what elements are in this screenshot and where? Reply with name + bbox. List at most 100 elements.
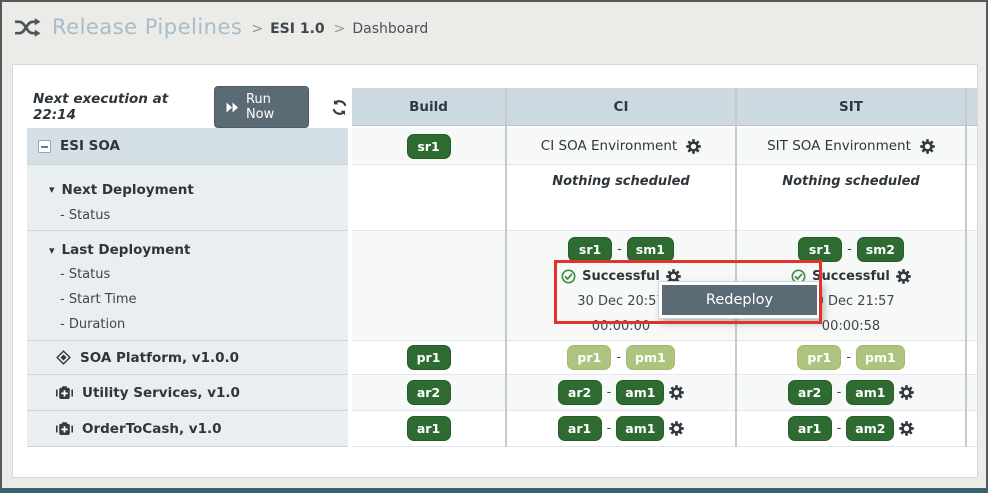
badge-separator: - [837, 421, 842, 436]
badge-separator: - [846, 350, 851, 365]
app-title: Release Pipelines [52, 15, 242, 39]
gear-icon[interactable] [686, 139, 701, 154]
cell-build-utility-services: ar2 [352, 375, 505, 411]
pipeline-row-labels: ESI SOA ▾ Next Deployment - Status ▾ Las… [27, 88, 348, 447]
group-label: ESI SOA [60, 138, 120, 154]
cell-build-order-to-cash: ar1 [352, 411, 505, 447]
deployment-status: Successful [812, 269, 890, 284]
context-menu: Redeploy [658, 281, 821, 319]
deployment-start-time: 30 Dec 20:57 [577, 289, 664, 314]
column-ci: CI CI SOA Environment Nothing scheduled … [507, 88, 735, 447]
release-badge[interactable]: ar1 [788, 416, 832, 441]
last-deployment-label[interactable]: Last Deployment [62, 242, 191, 258]
row-utility-services[interactable]: Utility Services, v1.0 [27, 375, 348, 411]
cell-sit-next-deployment: Nothing scheduled [737, 165, 965, 231]
cell-build-next-deployment [352, 165, 505, 231]
badge-separator: - [847, 242, 852, 257]
column-header-ci[interactable]: CI [507, 88, 735, 126]
collapse-icon[interactable] [38, 140, 51, 153]
next-deployment-label[interactable]: Next Deployment [62, 182, 194, 198]
component-label: OrderToCash, v1.0 [82, 421, 222, 437]
gear-icon[interactable] [920, 139, 935, 154]
gear-icon[interactable] [669, 385, 684, 400]
release-badge[interactable]: sr1 [798, 237, 842, 262]
gear-icon[interactable] [669, 421, 684, 436]
version-badge[interactable]: sr1 [407, 134, 451, 159]
badge-separator: - [617, 242, 622, 257]
gear-icon[interactable] [896, 269, 911, 284]
cell-build-esi-soa: sr1 [352, 128, 505, 165]
row-soa-platform[interactable]: SOA Platform, v1.0.0 [27, 341, 348, 375]
model-badge[interactable]: pm1 [626, 345, 675, 370]
model-badge[interactable]: sm2 [857, 237, 904, 262]
model-badge[interactable]: am2 [846, 416, 894, 441]
release-badge[interactable]: pr1 [567, 345, 611, 370]
caret-down-icon[interactable]: ▾ [49, 184, 55, 195]
version-badge[interactable]: pr1 [407, 345, 451, 370]
nothing-scheduled-text: Nothing scheduled [782, 174, 919, 189]
caret-down-icon[interactable]: ▾ [49, 245, 55, 256]
cell-ci-utility-services: ar2 - am1 [507, 375, 735, 411]
breadcrumb-project[interactable]: ESI 1.0 [270, 21, 325, 37]
badge-separator: - [837, 385, 842, 400]
row-next-deployment: ▾ Next Deployment - Status [27, 165, 348, 231]
component-label: SOA Platform, v1.0.0 [80, 350, 239, 366]
release-badge[interactable]: sr1 [568, 237, 612, 262]
last-deployment-status-label: - Status [27, 262, 348, 287]
breadcrumb-separator: > [334, 21, 346, 37]
model-badge[interactable]: sm1 [627, 237, 674, 262]
cell-sit-utility-services: ar2 - am1 [737, 375, 965, 411]
cell-sit-order-to-cash: ar1 - am2 [737, 411, 965, 447]
version-badge[interactable]: ar2 [407, 380, 451, 405]
group-row-esi-soa[interactable]: ESI SOA [27, 128, 348, 165]
model-badge[interactable]: am1 [616, 416, 664, 441]
gear-icon[interactable] [899, 421, 914, 436]
column-header-build[interactable]: Build [352, 88, 505, 126]
cell-ci-soa-platform: pr1 - pm1 [507, 341, 735, 375]
model-badge[interactable]: am1 [846, 380, 894, 405]
context-menu-item-redeploy[interactable]: Redeploy [662, 285, 817, 315]
cell-sit-soa-platform: pr1 - pm1 [737, 341, 965, 375]
last-deployment-duration-label: - Duration [27, 312, 348, 337]
deployment-duration: 00:00:58 [822, 314, 880, 339]
shuffle-icon [14, 17, 41, 38]
cell-ci-order-to-cash: ar1 - am1 [507, 411, 735, 447]
component-label: Utility Services, v1.0 [82, 385, 240, 401]
release-badge[interactable]: ar2 [558, 380, 602, 405]
package-plus-icon [56, 386, 73, 400]
cell-ci-next-deployment: Nothing scheduled [507, 165, 735, 231]
column-sit: SIT SIT SOA Environment Nothing schedule… [737, 88, 965, 447]
environment-label[interactable]: SIT SOA Environment [767, 138, 911, 154]
platform-diamond-icon [56, 350, 71, 365]
cell-ci-environment: CI SOA Environment [507, 128, 735, 165]
cell-sit-environment: SIT SOA Environment [737, 128, 965, 165]
environment-label[interactable]: CI SOA Environment [541, 138, 677, 154]
model-badge[interactable]: am1 [616, 380, 664, 405]
badge-separator: - [607, 421, 612, 436]
breadcrumb-page[interactable]: Dashboard [352, 21, 428, 37]
check-circle-icon [561, 269, 576, 284]
breadcrumb-separator: > [251, 21, 263, 37]
version-badge[interactable]: ar1 [407, 416, 451, 441]
model-badge[interactable]: pm1 [856, 345, 905, 370]
next-deployment-status-label: - Status [27, 203, 348, 228]
release-pipelines-window: Release Pipelines > ESI 1.0 > Dashboard … [0, 0, 988, 493]
badge-separator: - [616, 350, 621, 365]
last-deployment-start-time-label: - Start Time [27, 287, 348, 312]
row-last-deployment: ▾ Last Deployment - Status - Start Time … [27, 231, 348, 341]
cell-build-soa-platform: pr1 [352, 341, 505, 375]
row-order-to-cash[interactable]: OrderToCash, v1.0 [27, 411, 348, 447]
release-badge[interactable]: ar2 [788, 380, 832, 405]
column-build: Build sr1 pr1 ar2 ar1 [352, 88, 505, 447]
column-header-sit[interactable]: SIT [737, 88, 965, 126]
dashboard-card: Next execution at 22:14 Run Now [12, 64, 978, 478]
package-plus-icon [56, 422, 73, 436]
badge-separator: - [607, 385, 612, 400]
cell-build-last-deployment [352, 231, 505, 341]
release-badge[interactable]: pr1 [797, 345, 841, 370]
breadcrumb: Release Pipelines > ESI 1.0 > Dashboard [14, 15, 428, 39]
gear-icon[interactable] [899, 385, 914, 400]
release-badge[interactable]: ar1 [558, 416, 602, 441]
nothing-scheduled-text: Nothing scheduled [552, 174, 689, 189]
deployment-status: Successful [582, 269, 660, 284]
